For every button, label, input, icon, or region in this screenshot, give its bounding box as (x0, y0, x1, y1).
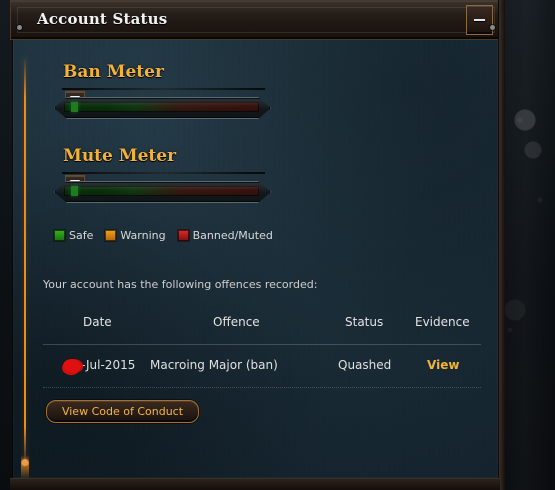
left-orange-rail (24, 56, 26, 468)
table-header-date: Date (83, 315, 112, 329)
table-row-divider (43, 387, 481, 388)
legend-safe-label: Safe (69, 229, 94, 242)
banned-muted-swatch-icon (177, 230, 189, 241)
ban-meter-fill (64, 102, 259, 112)
mute-meter (54, 172, 271, 204)
legend-warning: Warning (105, 229, 166, 242)
redaction-mark-icon (63, 359, 81, 373)
legend-banned-muted: Banned/Muted (177, 229, 273, 242)
table-header-evidence: Evidence (415, 315, 470, 329)
mute-meter-title: Mute Meter (63, 146, 177, 166)
panel-bottom-frame (10, 478, 500, 490)
account-status-screen: Account Status Ban Meter Mute Meter Safe… (0, 0, 555, 490)
offences-intro-text: Your account has the following offences … (43, 278, 318, 291)
table-header-offence: Offence (213, 315, 260, 329)
warning-swatch-icon (105, 230, 117, 241)
legend-warning-label: Warning (120, 229, 166, 242)
minimize-button[interactable] (466, 5, 493, 35)
mute-meter-safe-tip (71, 186, 78, 196)
left-orange-drip (21, 455, 29, 480)
panel-title: Account Status (37, 10, 168, 28)
view-code-of-conduct-button[interactable]: View Code of Conduct (46, 400, 199, 423)
offence-evidence-link[interactable]: View (427, 358, 459, 372)
offence-type-cell: Macroing Major (ban) (150, 358, 278, 372)
header-bolt-left-icon (17, 25, 22, 30)
table-header-status: Status (345, 315, 384, 329)
ban-meter-top-line (62, 88, 265, 90)
ban-meter (54, 88, 271, 120)
header-bolt-right-icon (490, 25, 495, 30)
legend-banned-muted-label: Banned/Muted (192, 229, 273, 242)
ban-meter-title: Ban Meter (63, 62, 164, 82)
mute-meter-fill (64, 186, 259, 196)
mute-meter-top-line (62, 172, 265, 174)
safe-swatch-icon (54, 230, 65, 241)
panel-header: Account Status (10, 0, 502, 40)
ban-meter-safe-tip (71, 102, 78, 112)
offence-date-cell: -Jul-2015 (63, 358, 136, 373)
offence-date-suffix: -Jul-2015 (81, 358, 136, 372)
table-header-divider (43, 344, 481, 345)
legend-safe: Safe (54, 229, 93, 242)
meter-legend: Safe Warning Banned/Muted (54, 229, 273, 242)
panel-right-edge (498, 0, 505, 490)
offence-status-cell: Quashed (338, 358, 392, 372)
